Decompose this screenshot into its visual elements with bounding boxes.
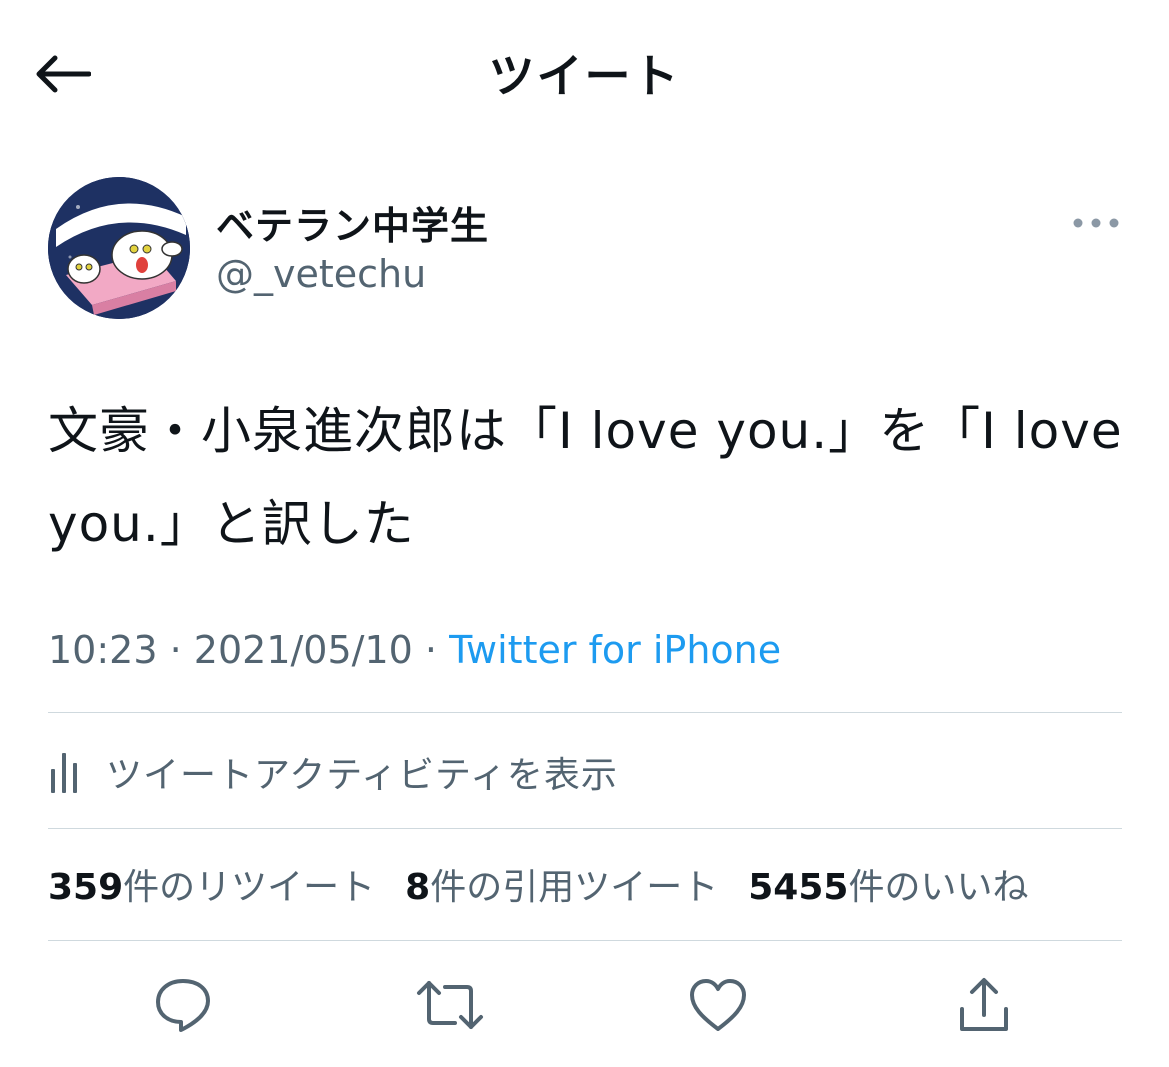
share-icon [960,978,1008,1031]
avatar-illustration [48,177,190,319]
tweet-text: 文豪・小泉進次郎は「I love you.」を「I love you.」と訳した [48,402,1123,553]
quotes-stat[interactable]: 8件の引用ツイート [405,858,718,910]
divider [48,712,1122,713]
more-dots-icon [1073,218,1119,228]
retweets-label: 件のリツイート [123,867,376,908]
header: ツイート [0,0,1169,145]
tweet-date: 2021/05/10 [193,628,413,672]
page-title: ツイート [488,49,681,103]
tweet-time: 10:23 [48,628,158,672]
tweet-source-link[interactable]: Twitter for iPhone [449,628,781,672]
retweets-count: 359 [48,867,124,908]
display-name[interactable]: ベテラン中学生 [216,195,489,250]
meta-separator: · [169,628,182,672]
quotes-label: 件の引用ツイート [430,867,719,908]
divider [48,940,1122,941]
action-bar [0,965,1169,1045]
likes-count: 5455 [748,867,849,908]
share-button[interactable] [944,965,1024,1045]
like-button[interactable] [678,965,758,1045]
meta-separator: · [424,628,438,672]
tweet-meta: 10:23 · 2021/05/10 · Twitter for iPhone [48,628,781,672]
analytics-icon [51,753,77,793]
user-handle[interactable]: @_vetechu [216,252,426,296]
likes-stat[interactable]: 5455件のいいね [748,858,1028,910]
tweet-activity-link[interactable]: ツイートアクティビティを表示 [48,742,618,802]
activity-label: ツイートアクティビティを表示 [106,755,618,796]
engagement-stats: 359件のリツイート 8件の引用ツイート 5455件のいいね [48,858,1058,910]
reply-button[interactable] [143,965,223,1045]
more-options-button[interactable] [1066,205,1126,241]
retweet-icon [417,981,483,1029]
retweets-stat[interactable]: 359件のリツイート [48,858,375,910]
reply-icon [156,979,210,1032]
avatar[interactable] [48,177,190,319]
heart-icon [690,979,746,1031]
likes-label: 件のいいね [848,867,1029,908]
divider [48,828,1122,829]
retweet-button[interactable] [410,965,490,1045]
quotes-count: 8 [405,867,431,908]
